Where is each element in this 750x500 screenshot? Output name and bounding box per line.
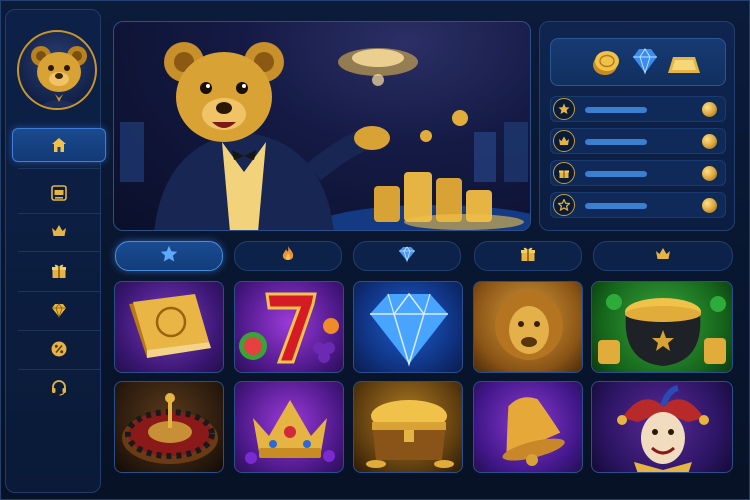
sidebar-item-support[interactable] <box>12 370 106 404</box>
game-tile-fruit-seven[interactable] <box>234 281 344 373</box>
gift-icon <box>50 262 68 280</box>
tab-jackpot[interactable] <box>353 241 461 271</box>
gold-coins-icon <box>591 49 621 81</box>
lion-icon <box>495 292 563 360</box>
crown-icon <box>553 130 575 152</box>
sidebar-item-vip[interactable] <box>12 214 106 248</box>
game-tile-golden-bell[interactable] <box>473 381 583 473</box>
pot-of-gold-icon <box>598 294 726 366</box>
bell-icon <box>502 397 565 466</box>
stat-progress-bar <box>585 171 647 177</box>
stat-row <box>550 160 726 186</box>
coin-icon <box>702 134 717 149</box>
headset-icon <box>50 378 68 396</box>
sidebar-item-slots[interactable] <box>12 176 106 210</box>
tab-favorites[interactable] <box>115 241 223 271</box>
game-tile-roulette[interactable] <box>114 381 224 473</box>
golden-book-icon <box>129 294 211 358</box>
star-icon <box>553 98 575 120</box>
game-tile-jester[interactable] <box>591 381 733 473</box>
stat-row <box>550 192 726 218</box>
game-tile-pot-of-gold[interactable] <box>591 281 733 373</box>
avatar[interactable] <box>17 30 97 110</box>
stat-row <box>550 128 726 154</box>
slot-machine-icon <box>50 184 68 202</box>
percent-badge-icon <box>50 340 68 358</box>
stat-progress-bar <box>585 203 647 209</box>
star-icon <box>553 194 575 216</box>
stat-progress-bar <box>585 139 647 145</box>
sidebar-item-gifts[interactable] <box>12 254 106 288</box>
tab-hot[interactable] <box>234 241 342 271</box>
game-tile-golden-book[interactable] <box>114 281 224 373</box>
coin-icon <box>702 102 717 117</box>
stat-progress-bar <box>585 107 647 113</box>
coin-icon <box>702 198 717 213</box>
gold-bar-icon <box>667 53 701 79</box>
sidebar-divider <box>18 291 100 292</box>
coin-icon <box>702 166 717 181</box>
diamond-icon <box>397 245 417 267</box>
sidebar-item-gems[interactable] <box>12 293 106 327</box>
game-tile-treasure-chest[interactable] <box>353 381 463 473</box>
game-tile-blue-diamond[interactable] <box>353 281 463 373</box>
game-tile-royal-crown[interactable] <box>234 381 344 473</box>
sidebar-divider <box>18 251 100 252</box>
gift-icon <box>553 162 575 184</box>
crown-icon <box>245 400 335 464</box>
star-icon <box>160 245 178 267</box>
game-tile-golden-lion[interactable] <box>473 281 583 373</box>
currency-summary[interactable] <box>550 38 726 86</box>
app-frame <box>0 0 750 500</box>
sidebar <box>5 9 106 493</box>
sidebar-item-promotions[interactable] <box>12 332 106 366</box>
tab-vip[interactable] <box>593 241 733 271</box>
roulette-icon <box>122 393 218 464</box>
crown-icon <box>50 222 68 240</box>
gift-icon <box>519 245 537 267</box>
wallet-panel <box>539 21 735 231</box>
flame-icon <box>280 245 296 267</box>
tab-bonus[interactable] <box>474 241 582 271</box>
stat-row <box>550 96 726 122</box>
treasure-chest-icon <box>366 400 454 468</box>
jester-icon <box>617 385 709 472</box>
diamond-icon <box>50 301 68 319</box>
hero-banner[interactable] <box>113 21 531 231</box>
home-icon <box>50 136 68 154</box>
diamond-icon <box>370 292 448 367</box>
crown-icon <box>653 245 673 267</box>
sidebar-divider <box>18 168 100 169</box>
lucky-seven-icon <box>239 292 339 364</box>
sidebar-item-home[interactable] <box>12 128 106 162</box>
sidebar-divider <box>18 330 100 331</box>
blue-gem-icon <box>629 45 661 81</box>
